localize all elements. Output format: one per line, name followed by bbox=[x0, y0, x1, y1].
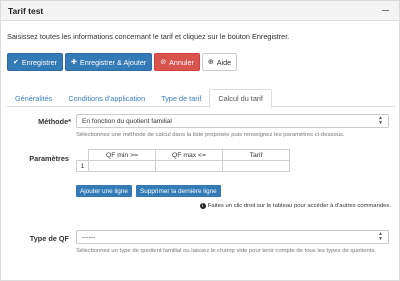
tab-calcul-tarif[interactable]: Calcul du tarif bbox=[209, 89, 272, 108]
cancel-label: Annuler bbox=[169, 57, 194, 67]
panel-header: Tarif test bbox=[1, 1, 399, 21]
tab-bar: Généralités Conditions d'application Typ… bbox=[7, 89, 395, 108]
cancel-button[interactable]: ⊘ Annuler bbox=[154, 53, 200, 71]
table-corner bbox=[77, 150, 89, 161]
save-add-label: Enregistrer & Ajouter bbox=[79, 57, 147, 67]
help-button[interactable]: ⊕ Aide bbox=[201, 53, 238, 71]
add-row-button[interactable]: Ajouter une ligne bbox=[76, 185, 132, 197]
tab-type-tarif[interactable]: Type de tarif bbox=[153, 89, 209, 107]
methode-label: Méthode* bbox=[38, 117, 71, 126]
type-qf-label: Type de QF bbox=[29, 234, 69, 243]
select-arrows-icon: ▲ ▼ bbox=[378, 115, 383, 126]
tarif-panel: Tarif test Saisissez toutes les informat… bbox=[0, 0, 400, 281]
type-qf-help: Sélectionnez un type de quotient familia… bbox=[76, 248, 376, 254]
collapse-icon[interactable] bbox=[382, 9, 389, 12]
delete-row-button[interactable]: Supprimer la dernière ligne bbox=[136, 185, 221, 197]
table-cell-qf-max[interactable] bbox=[155, 160, 223, 172]
save-label: Enregistrer bbox=[21, 57, 58, 67]
column-header: QF min >= bbox=[88, 149, 156, 161]
table-cell-tarif[interactable] bbox=[222, 160, 290, 172]
select-arrows-icon: ▲ ▼ bbox=[378, 231, 383, 242]
type-qf-select[interactable]: ------ ▲ ▼ bbox=[76, 230, 389, 244]
plus-icon: ✚ bbox=[71, 59, 77, 66]
table-info-text: Faites un clic droit sur le tableau pour… bbox=[207, 203, 391, 209]
methode-select[interactable]: En fonction du quotient familial ▲ ▼ bbox=[76, 114, 389, 128]
panel-title: Tarif test bbox=[8, 5, 44, 16]
row-number: 1 bbox=[76, 160, 89, 172]
table-header-row: QF min >= QF max <= Tarif bbox=[77, 149, 290, 161]
info-icon: i bbox=[199, 203, 206, 209]
parametres-label: Paramètres bbox=[29, 154, 69, 163]
check-icon: ✔ bbox=[13, 59, 19, 66]
column-header: QF max <= bbox=[155, 149, 223, 161]
table-cell-qf-min[interactable] bbox=[88, 160, 156, 172]
type-qf-value: ------ bbox=[82, 233, 96, 241]
tab-conditions[interactable]: Conditions d'application bbox=[60, 89, 153, 107]
methode-value: En fonction du quotient familial bbox=[82, 117, 172, 125]
column-header: Tarif bbox=[222, 149, 290, 161]
table-row: 1 bbox=[76, 160, 290, 172]
intro-text: Saisissez toutes les informations concer… bbox=[7, 32, 290, 41]
methode-help: Sélectionnez une méthode de calcul dans … bbox=[76, 132, 345, 138]
lifebuoy-icon: ⊕ bbox=[207, 59, 214, 66]
ban-icon: ⊘ bbox=[160, 59, 167, 66]
save-add-button[interactable]: ✚ Enregistrer & Ajouter bbox=[65, 53, 153, 71]
help-label: Aide bbox=[216, 57, 232, 67]
toolbar: ✔ Enregistrer ✚ Enregistrer & Ajouter ⊘ … bbox=[7, 53, 238, 71]
tab-generalites[interactable]: Généralités bbox=[7, 89, 60, 107]
table-info: i Faites un clic droit sur le tableau po… bbox=[199, 203, 391, 209]
save-button[interactable]: ✔ Enregistrer bbox=[7, 53, 64, 71]
parametres-table[interactable]: QF min >= QF max <= Tarif 1 bbox=[76, 149, 290, 172]
